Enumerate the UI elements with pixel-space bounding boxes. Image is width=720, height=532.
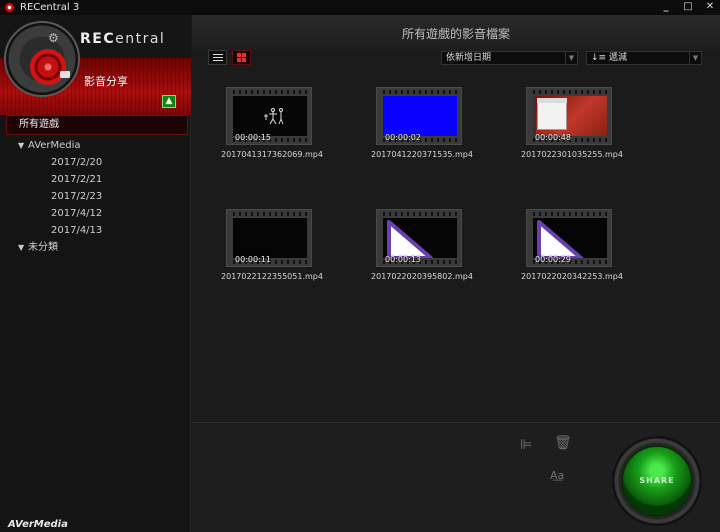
game-tree: 所有遊戲 ▼ AVerMedia 2017/2/20 2017/2/21 201…: [6, 115, 188, 256]
video-thumbnail[interactable]: 00:00:29: [526, 209, 612, 267]
video-thumbnail[interactable]: 00:00:13: [376, 209, 462, 267]
video-duration: 00:00:29: [535, 255, 571, 264]
sort-by-select[interactable]: 依新增日期 ▼: [441, 51, 578, 65]
footer-brand: AVerMedia: [8, 519, 68, 530]
section-title: 影音分享: [84, 75, 128, 88]
video-filename: 2017041220371535.mp4: [371, 150, 473, 159]
tree-item-uncategorized[interactable]: ▼ 未分類: [6, 239, 188, 256]
preview-desktop: [533, 96, 607, 136]
video-thumbnail[interactable]: 00:00:11: [226, 209, 312, 267]
video-filename: 2017022020342253.mp4: [521, 272, 623, 281]
video-tile[interactable]: 00:00:13 2017022020395802.mp4: [362, 192, 482, 292]
tree-item-date[interactable]: 2017/4/12: [6, 205, 188, 222]
gear-icon[interactable]: ⚙: [48, 31, 59, 45]
play-logo-icon: [537, 220, 583, 258]
preview-play-logo: [383, 218, 457, 258]
video-tile[interactable]: 00:00:15 2017041317362069.mp4: [212, 70, 332, 170]
minimize-button[interactable]: _: [660, 0, 672, 14]
grid-view-button[interactable]: [232, 50, 251, 65]
close-button[interactable]: ✕: [704, 0, 716, 14]
tree-item-date[interactable]: 2017/4/13: [6, 222, 188, 239]
list-icon: [213, 54, 223, 61]
video-filename: 2017041317362069.mp4: [221, 150, 323, 159]
sort-descending-icon: ↓≡: [591, 53, 607, 63]
video-thumbnail[interactable]: 00:00:02: [376, 87, 462, 145]
folder-icon[interactable]: [60, 71, 70, 78]
app-logo-icon: [3, 1, 16, 14]
preview-black-figures: [233, 96, 307, 136]
video-thumbnail[interactable]: 00:00:48: [526, 87, 612, 145]
video-tile[interactable]: 00:00:02 2017041220371535.mp4: [362, 70, 482, 170]
caret-down-icon: ▼: [18, 141, 25, 150]
video-tile[interactable]: 00:00:48 2017022301035255.mp4: [512, 70, 632, 170]
sidebar: ⚙ RECentral 影音分享 ▲ 所有遊戲 ▼ AVerMedia 2017…: [0, 15, 191, 532]
tree-item-date[interactable]: 2017/2/23: [6, 188, 188, 205]
video-filename: 2017022020395802.mp4: [371, 272, 473, 281]
video-grid: 00:00:15 2017041317362069.mp4 00:00:02 2…: [192, 70, 720, 422]
figures-image: [264, 108, 284, 125]
video-filename: 2017022301035255.mp4: [521, 150, 623, 159]
sort-order-select[interactable]: ↓≡ 遞減 ▼: [586, 51, 702, 65]
tree-item-avermedia[interactable]: ▼ AVerMedia: [6, 137, 188, 154]
video-duration: 00:00:02: [385, 133, 421, 142]
video-filename: 2017022122355051.mp4: [221, 272, 323, 281]
record-disc-icon: [30, 49, 66, 85]
brand-logo: RECentral: [80, 31, 166, 47]
preview-black: [233, 218, 307, 258]
video-duration: 00:00:11: [235, 255, 271, 264]
chevron-down-icon: ▼: [565, 52, 577, 64]
main-menu-disc[interactable]: [4, 21, 80, 97]
video-duration: 00:00:13: [385, 255, 421, 264]
video-thumbnail[interactable]: 00:00:15: [226, 87, 312, 145]
toolbar: 依新增日期 ▼ ↓≡ 遞減 ▼: [192, 50, 720, 67]
caret-down-icon: ▼: [18, 243, 25, 252]
action-panel: ⊫ 🗑 A͟a SHARE: [192, 422, 720, 532]
tree-item-all-games[interactable]: 所有遊戲: [6, 115, 188, 135]
share-button-ring: SHARE: [612, 436, 702, 526]
main-header: 所有遊戲的影音檔案: [192, 15, 720, 50]
tree-item-date[interactable]: 2017/2/21: [6, 171, 188, 188]
title-bar: RECentral 3 _ □ ✕: [0, 0, 720, 15]
upload-button[interactable]: ▲: [162, 95, 176, 108]
up-arrow-icon: ▲: [165, 96, 173, 106]
tree-item-date[interactable]: 2017/2/20: [6, 154, 188, 171]
window-controls: _ □ ✕: [660, 0, 716, 14]
rename-icon[interactable]: A͟a: [550, 469, 564, 482]
share-button[interactable]: SHARE: [621, 445, 693, 517]
video-tile[interactable]: 00:00:29 2017022020342253.mp4: [512, 192, 632, 292]
video-duration: 00:00:48: [535, 133, 571, 142]
list-view-button[interactable]: [208, 50, 227, 65]
main-panel: 所有遊戲的影音檔案 依新增日期 ▼ ↓≡ 遞減 ▼ 00:00:15 20170…: [192, 15, 720, 532]
preview-blue: [383, 96, 457, 136]
video-tile[interactable]: 00:00:11 2017022122355051.mp4: [212, 192, 332, 292]
page-title: 所有遊戲的影音檔案: [401, 27, 510, 41]
chevron-down-icon: ▼: [689, 52, 701, 64]
maximize-button[interactable]: □: [682, 0, 694, 14]
play-logo-icon: [387, 220, 433, 258]
tag-edit-icon[interactable]: ⊫: [520, 437, 532, 453]
video-duration: 00:00:15: [235, 133, 271, 142]
window-title: RECentral 3: [20, 2, 80, 13]
trash-icon[interactable]: 🗑: [554, 435, 572, 451]
preview-play-logo: [533, 218, 607, 258]
